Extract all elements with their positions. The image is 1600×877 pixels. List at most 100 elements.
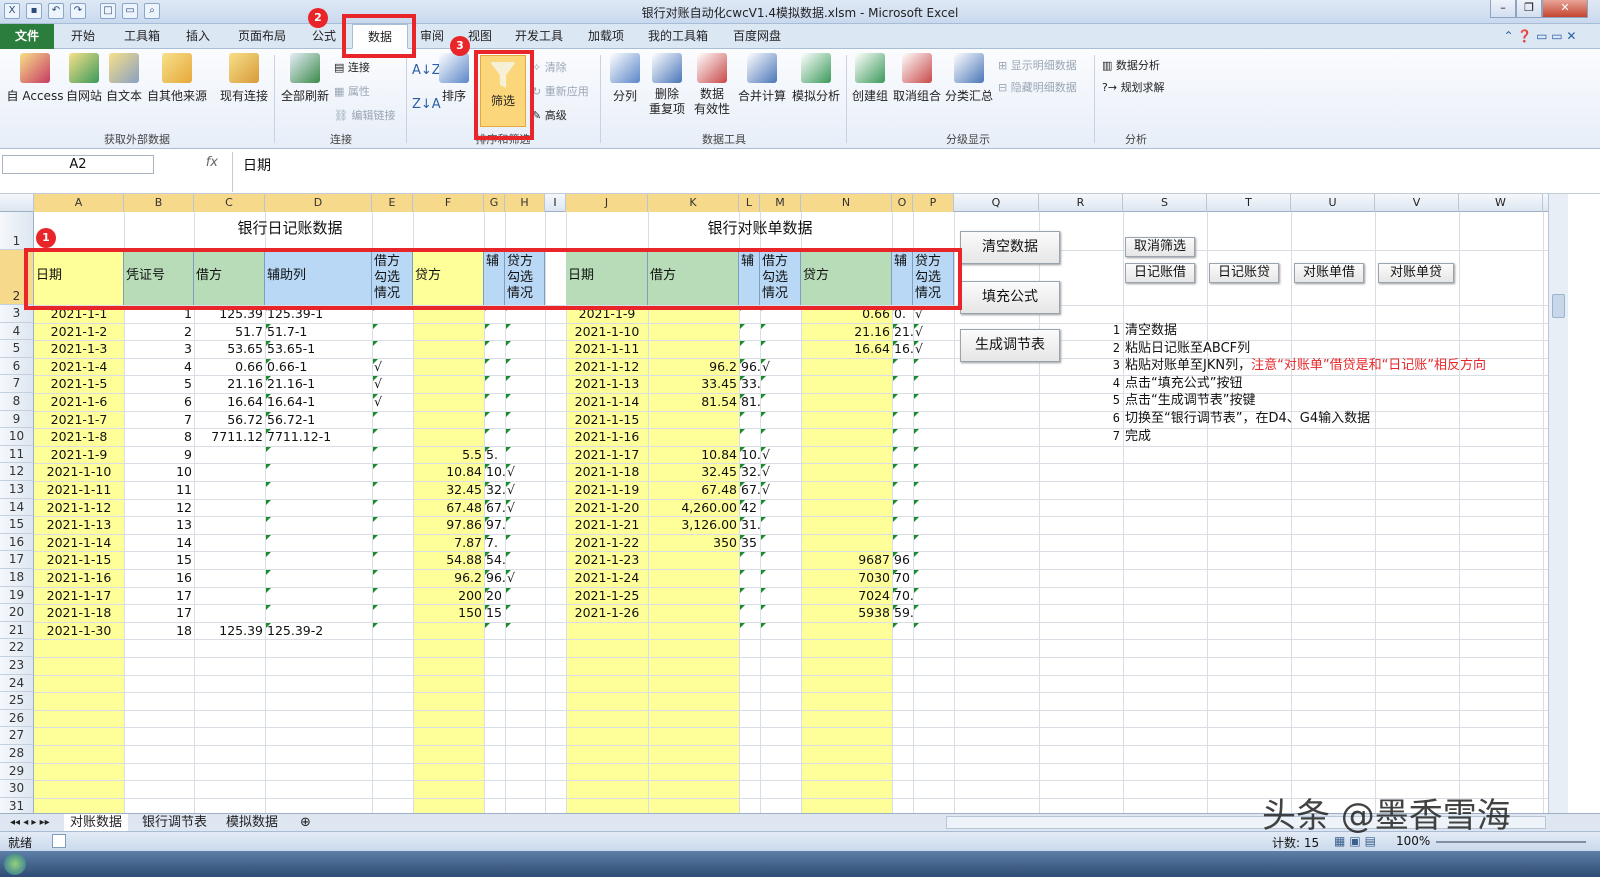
row-header[interactable]: 30 (0, 780, 34, 798)
cell-d5[interactable]: 53.65-1 (265, 340, 372, 358)
cell-b7[interactable]: 5 (124, 375, 194, 393)
cell-n17[interactable]: 9687 (801, 551, 892, 569)
cell-a4[interactable]: 2021-1-2 (34, 323, 124, 341)
cell-j9[interactable]: 2021-1-15 (566, 411, 648, 429)
cell-b18[interactable]: 16 (124, 569, 194, 587)
cell-h18[interactable]: √ (505, 569, 545, 587)
cell-h12[interactable]: √ (505, 463, 545, 481)
vertical-scrollbar[interactable] (1548, 194, 1568, 813)
consolidate-button[interactable]: 合并计算 (736, 53, 788, 104)
column-header-q[interactable]: Q (954, 194, 1039, 212)
cell-m11[interactable]: √ (760, 446, 801, 464)
cell-b19[interactable]: 17 (124, 587, 194, 605)
row-header[interactable]: 16 (0, 533, 34, 552)
column-header-v[interactable]: V (1375, 194, 1459, 212)
start-orb-icon[interactable] (4, 853, 26, 875)
row-header[interactable]: 14 (0, 498, 34, 517)
cell-b16[interactable]: 14 (124, 534, 194, 552)
cell-a15[interactable]: 2021-1-13 (34, 516, 124, 534)
journal-credit-button[interactable]: 日记账贷 (1209, 263, 1279, 283)
cell-k8[interactable]: 81.54 (648, 393, 739, 411)
row-header[interactable]: 10 (0, 428, 34, 446)
cell-d4[interactable]: 51.7-1 (265, 323, 372, 341)
cell-j20[interactable]: 2021-1-26 (566, 604, 648, 622)
column-header-g[interactable]: G (484, 194, 505, 212)
column-header-i[interactable]: I (545, 194, 566, 212)
cell-e8[interactable]: √ (372, 393, 413, 411)
cell-b15[interactable]: 13 (124, 516, 194, 534)
tab-toolbox[interactable]: 工具箱 (115, 24, 169, 49)
cell-f11[interactable]: 5.5 (413, 446, 484, 464)
cell-d21[interactable]: 125.39-2 (265, 622, 372, 640)
cell-c4[interactable]: 51.7 (194, 323, 265, 341)
column-header-b[interactable]: B (124, 194, 194, 212)
subtotal-button[interactable]: 分类汇总 (944, 53, 994, 104)
cell-h14[interactable]: √ (505, 499, 545, 517)
column-header-l[interactable]: L (739, 194, 760, 212)
cell-j15[interactable]: 2021-1-21 (566, 516, 648, 534)
row-header[interactable]: 29 (0, 762, 34, 781)
cell-a21[interactable]: 2021-1-30 (34, 622, 124, 640)
row-header[interactable]: 12 (0, 463, 34, 481)
clear-filter-button[interactable]: ✧ 清除 (532, 59, 567, 75)
row-header[interactable]: 5 (0, 340, 34, 358)
cell-j19[interactable]: 2021-1-25 (566, 587, 648, 605)
cell-f17[interactable]: 54.88 (413, 551, 484, 569)
cell-d7[interactable]: 21.16-1 (265, 375, 372, 393)
cell-m6[interactable]: √ (760, 358, 801, 376)
tab-formulas[interactable]: 公式 (304, 24, 344, 49)
connections-button[interactable]: ▤ 连接 (334, 59, 370, 75)
formula-input[interactable]: 日期 (232, 152, 1548, 192)
cell-j14[interactable]: 2021-1-20 (566, 499, 648, 517)
row-header[interactable]: 22 (0, 639, 34, 657)
column-header-h[interactable]: H (505, 194, 545, 212)
cell-j4[interactable]: 2021-1-10 (566, 323, 648, 341)
column-header-e[interactable]: E (372, 194, 413, 212)
tab-page-layout[interactable]: 页面布局 (230, 24, 294, 49)
cell-n4[interactable]: 21.16 (801, 323, 892, 341)
cell-m13[interactable]: √ (760, 481, 801, 499)
cell-b9[interactable]: 7 (124, 411, 194, 429)
cell-n20[interactable]: 5938 (801, 604, 892, 622)
data-validation-button[interactable]: 数据 有效性 (690, 53, 734, 117)
cell-b14[interactable]: 12 (124, 499, 194, 517)
column-header-j[interactable]: J (566, 194, 648, 212)
tab-insert[interactable]: 插入 (178, 24, 218, 49)
row-header[interactable]: 27 (0, 727, 34, 745)
sheet-tab-reconcile-data[interactable]: 对账数据 (64, 814, 129, 831)
group-rows-button[interactable]: 创建组 (850, 53, 890, 104)
edit-links-button[interactable]: ⛓ 编辑链接 (334, 107, 395, 123)
sort-button[interactable]: 排序 (436, 53, 472, 104)
row-header[interactable]: 20 (0, 604, 34, 622)
cell-f18[interactable]: 96.2 (413, 569, 484, 587)
from-other-sources-button[interactable]: 自其他来源 (145, 53, 209, 104)
column-header-s[interactable]: S (1123, 194, 1207, 212)
cell-e7[interactable]: √ (372, 375, 413, 393)
column-header-w[interactable]: W (1459, 194, 1543, 212)
cell-j8[interactable]: 2021-1-14 (566, 393, 648, 411)
cancel-filter-button[interactable]: 取消筛选 (1125, 237, 1195, 257)
cell-n18[interactable]: 7030 (801, 569, 892, 587)
cell-p5[interactable]: √ (913, 340, 954, 358)
cell-k16[interactable]: 350 (648, 534, 739, 552)
cell-n5[interactable]: 16.64 (801, 340, 892, 358)
column-header-m[interactable]: M (760, 194, 801, 212)
macro-record-icon[interactable] (52, 834, 66, 848)
cell-a13[interactable]: 2021-1-11 (34, 481, 124, 499)
cell-j6[interactable]: 2021-1-12 (566, 358, 648, 376)
cell-a7[interactable]: 2021-1-5 (34, 375, 124, 393)
cell-f20[interactable]: 150 (413, 604, 484, 622)
column-header-k[interactable]: K (648, 194, 739, 212)
column-header-t[interactable]: T (1207, 194, 1291, 212)
cell-b17[interactable]: 15 (124, 551, 194, 569)
cell-a14[interactable]: 2021-1-12 (34, 499, 124, 517)
cell-c6[interactable]: 0.66 (194, 358, 265, 376)
row-header[interactable]: 8 (0, 393, 34, 411)
statement-debit-button[interactable]: 对账单借 (1294, 263, 1364, 283)
cell-m12[interactable]: √ (760, 463, 801, 481)
insert-sheet-icon[interactable]: ⊕ (294, 814, 317, 831)
help-icon[interactable]: ⌃ ❓ ▭ ▭ ✕ (1490, 24, 1590, 49)
cell-a5[interactable]: 2021-1-3 (34, 340, 124, 358)
refresh-all-button[interactable]: 全部刷新 (280, 53, 330, 104)
row-header[interactable]: 4 (0, 322, 34, 341)
